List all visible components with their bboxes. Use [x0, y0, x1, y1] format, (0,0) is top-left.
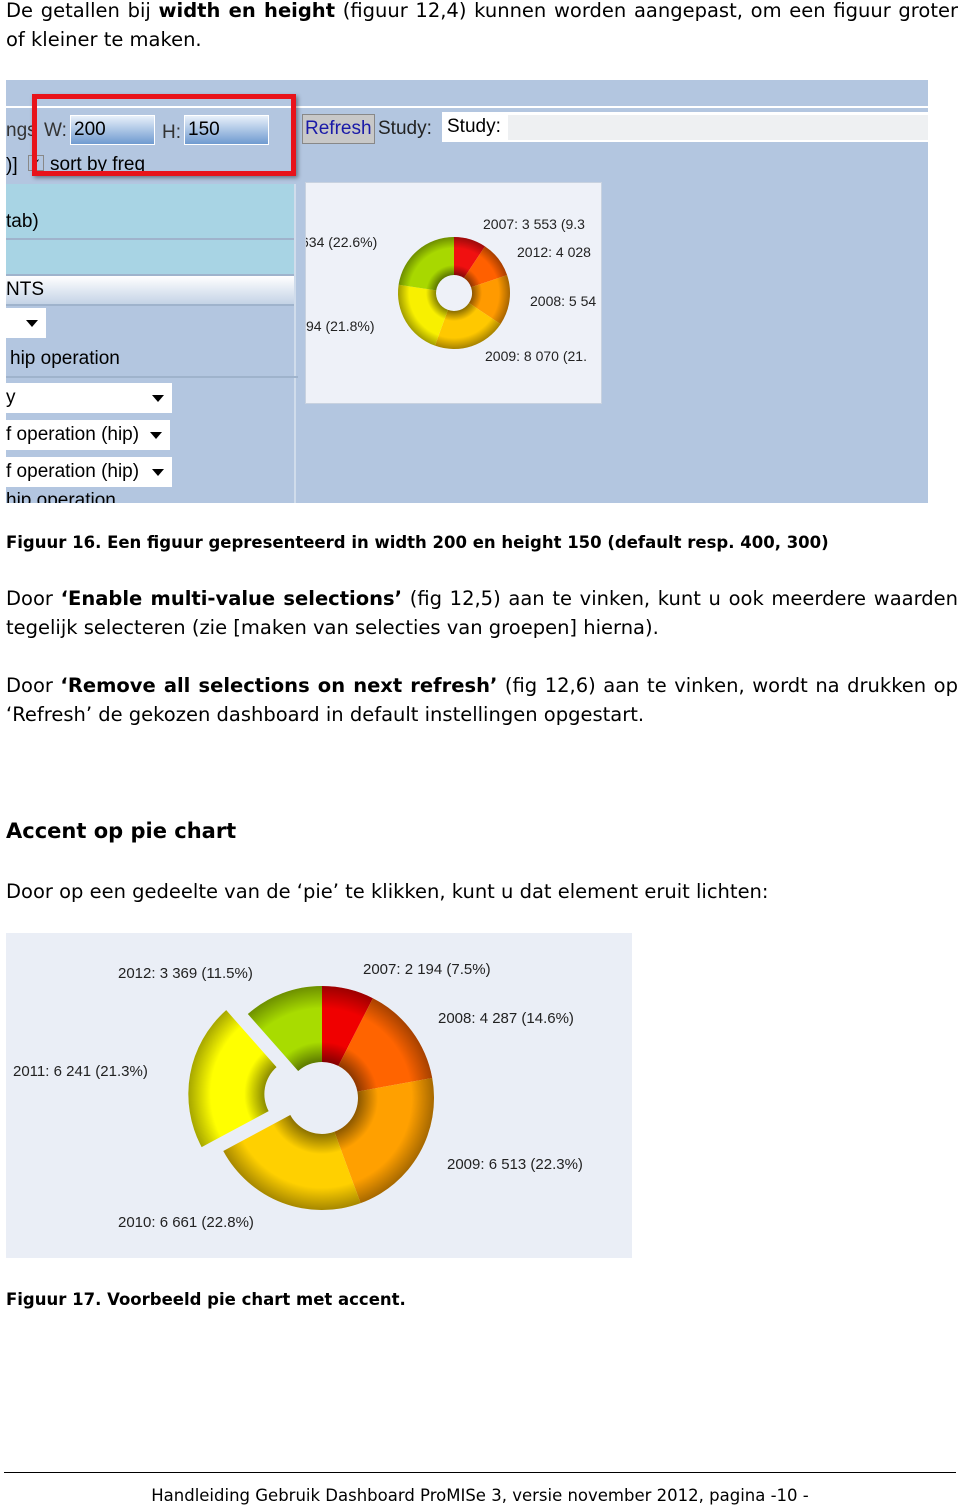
- figure-16-caption: Figuur 16. Een figuur gepresenteerd in w…: [6, 533, 829, 552]
- pie-label: 2008: 5 54: [530, 293, 597, 309]
- pie-label: 2009: 8 070 (21.: [485, 348, 587, 364]
- paragraph-remove-selections: Door ‘Remove all selections on next refr…: [6, 674, 958, 726]
- dropdown[interactable]: f operation (hip): [6, 420, 170, 450]
- small-pie-panel: 2007: 3 553 (9.3 2012: 4 028 2008: 5 54 …: [305, 182, 602, 404]
- figure-17-chart: 2007: 2 194 (7.5%) 2008: 4 287 (14.6%) 2…: [6, 933, 632, 1258]
- pie-label-2011: 2011: 6 241 (21.3%): [13, 1063, 148, 1080]
- left-row: [6, 240, 294, 276]
- left-row: hip operation: [6, 342, 298, 378]
- dropdown[interactable]: y: [6, 383, 172, 413]
- row-fragment: )]: [6, 155, 18, 176]
- pie-label: 2012: 4 028: [517, 244, 591, 260]
- donut-chart: [188, 986, 435, 1210]
- highlight-box: [32, 94, 296, 176]
- pie-slice[interactable]: [398, 237, 454, 291]
- pie-label: 94 (21.8%): [306, 318, 375, 334]
- dropdown[interactable]: f operation (hip): [6, 457, 172, 487]
- pie-label-2007: 2007: 2 194 (7.5%): [363, 961, 491, 978]
- pie-label-2012: 2012: 3 369 (11.5%): [118, 965, 253, 982]
- left-row-header: NTS: [6, 276, 294, 306]
- study-label: Study:: [378, 118, 432, 139]
- pie-label-2010: 2010: 6 661 (22.8%): [118, 1214, 254, 1231]
- pie-label-2009: 2009: 6 513 (22.3%): [447, 1156, 583, 1173]
- section-heading: Accent op pie chart: [6, 819, 237, 843]
- left-row: tab): [6, 184, 294, 240]
- pie-label: 634 (22.6%): [305, 234, 378, 250]
- paragraph-accent: Door op een gedeelte van de ‘pie’ te kli…: [6, 880, 769, 903]
- pie-label-2008: 2008: 4 287 (14.6%): [438, 1010, 574, 1027]
- footer-divider: [4, 1472, 956, 1473]
- page-footer: Handleiding Gebruik Dashboard ProMISe 3,…: [151, 1486, 809, 1505]
- figure-16-screenshot: ngs W: 200 H: 150 )] ✓ sort by freq Refr…: [6, 80, 928, 503]
- left-row: hip operation: [6, 490, 116, 503]
- refresh-button[interactable]: Refresh: [302, 114, 375, 144]
- dropdown[interactable]: [6, 308, 46, 338]
- study-select[interactable]: Study:: [442, 112, 928, 142]
- intro-paragraph: De getallen bij width en height (figuur …: [6, 0, 958, 51]
- paragraph-multi-value: Door ‘Enable multi-value selections’ (fi…: [6, 587, 958, 639]
- figure-17-caption: Figuur 17. Voorbeeld pie chart met accen…: [6, 1290, 406, 1309]
- pie-label: 2007: 3 553 (9.3: [483, 216, 585, 232]
